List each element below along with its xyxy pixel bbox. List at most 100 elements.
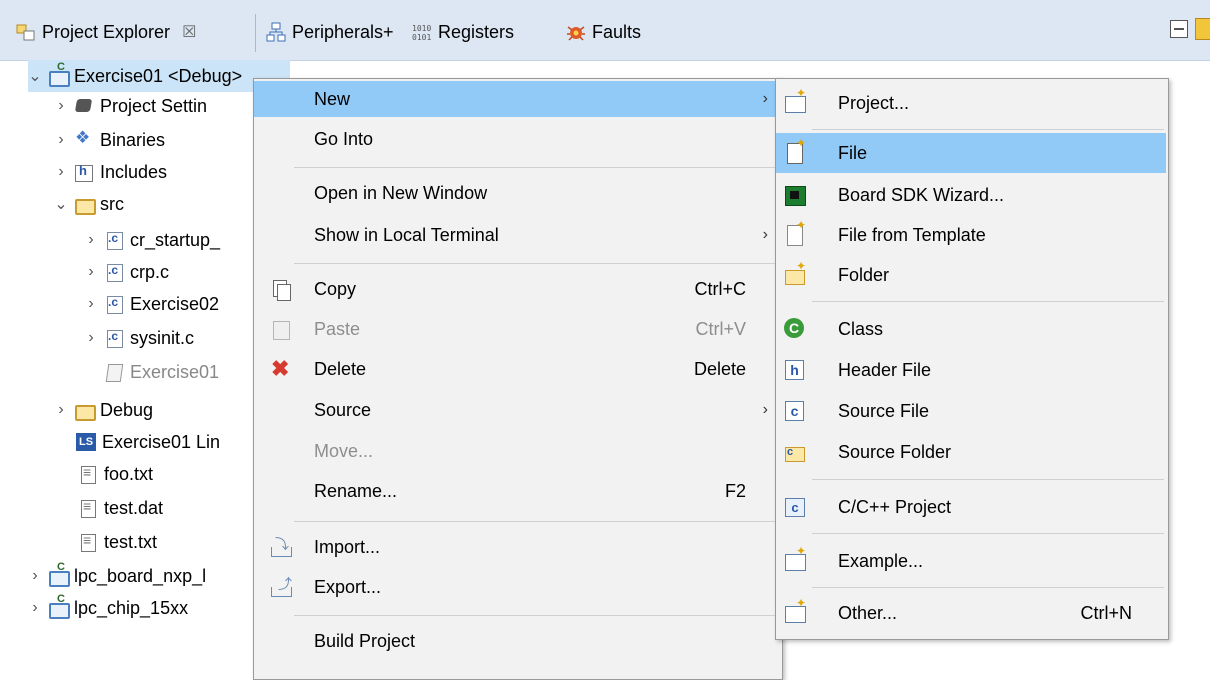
tree-item-linker-script[interactable]: Exercise01 Lin (76, 426, 220, 458)
tree-item-exercise02[interactable]: › Exercise02 (84, 288, 219, 320)
submenu-item-board-sdk-wizard[interactable]: Board SDK Wizard... (776, 175, 1166, 215)
chevron-right-icon[interactable]: › (54, 401, 68, 419)
chevron-right-icon[interactable]: › (54, 97, 68, 115)
menu-item-move[interactable]: Move... (254, 433, 782, 469)
tree-item-label: Project Settin (100, 95, 208, 116)
text-file-icon (78, 464, 98, 484)
tree-item-cr-startup[interactable]: › cr_startup_ (84, 224, 220, 256)
menu-item-delete[interactable]: Delete Delete (254, 351, 782, 387)
submenu-item-source-file[interactable]: Source File (776, 391, 1166, 431)
tree-item-src[interactable]: ⌄ src (54, 188, 124, 220)
tab-faults[interactable]: Faults (566, 18, 641, 46)
submenu-item-project[interactable]: Project... (776, 83, 1166, 123)
submenu-arrow-icon: › (762, 226, 768, 243)
tree-item-lpc-board[interactable]: › lpc_board_nxp_l (28, 560, 206, 592)
submenu-item-file[interactable]: File (776, 133, 1166, 173)
chevron-down-icon[interactable]: ⌄ (28, 66, 42, 86)
c-project-icon (48, 61, 70, 87)
tree-item-crp-c[interactable]: › crp.c (84, 256, 169, 288)
menu-item-label: Delete (314, 358, 367, 379)
menu-item-label: Rename... (314, 480, 398, 501)
submenu-item-source-folder[interactable]: Source Folder (776, 432, 1166, 472)
chevron-right-icon[interactable]: › (84, 329, 98, 347)
menu-item-label: Open in New Window (314, 182, 488, 203)
menu-item-go-into[interactable]: Go Into (254, 121, 782, 157)
chevron-right-icon[interactable]: › (54, 163, 68, 181)
tree-item-label: foo.txt (104, 463, 154, 484)
cpp-project-icon (784, 496, 806, 518)
menu-item-new[interactable]: New › (254, 81, 782, 117)
tab-peripherals[interactable]: Peripherals+ (266, 18, 394, 46)
tree-item-project-settings[interactable]: › Project Settin (54, 90, 207, 122)
menu-item-show-local-terminal[interactable]: Show in Local Terminal › (254, 217, 782, 253)
submenu-item-label: C/C++ Project (838, 496, 952, 517)
tree-item-foo-txt[interactable]: foo.txt (78, 458, 153, 490)
submenu-item-cpp-project[interactable]: C/C++ Project (776, 487, 1166, 527)
menu-separator (294, 263, 780, 264)
submenu-item-other[interactable]: Other... Ctrl+N (776, 593, 1166, 633)
menu-item-label: Move... (314, 440, 374, 461)
tree-item-label: test.txt (104, 531, 158, 552)
svg-text:1010: 1010 (412, 24, 431, 33)
new-folder-icon (784, 259, 806, 286)
tree-item-label: Exercise01 <Debug> (74, 65, 243, 86)
tree-item-exercise01[interactable]: ⌄ Exercise01 <Debug> (28, 60, 290, 92)
tree-item-includes[interactable]: › Includes (54, 156, 167, 188)
submenu-arrow-icon: › (762, 90, 768, 107)
menu-item-build-project[interactable]: Build Project (254, 623, 782, 659)
chevron-right-icon[interactable]: › (84, 231, 98, 249)
menu-separator (812, 533, 1164, 534)
source-folder-icon (74, 194, 96, 215)
tree-item-debug[interactable]: › Debug (54, 394, 153, 426)
toolbar-overflow-icon[interactable] (1195, 18, 1210, 40)
chevron-right-icon[interactable]: › (84, 263, 98, 281)
tree-item-exercise01-launch[interactable]: Exercise01 (104, 356, 219, 388)
text-file-icon (78, 532, 98, 552)
export-icon (270, 574, 292, 599)
submenu-item-class[interactable]: Class (776, 309, 1166, 349)
submenu-item-label: Header File (838, 359, 932, 380)
new-submenu: Project... File Board SDK Wizard... File… (775, 78, 1169, 640)
header-file-icon (784, 359, 806, 381)
chevron-right-icon[interactable]: › (28, 599, 42, 617)
linker-script-icon (76, 432, 96, 452)
tab-peripherals-label: Peripherals+ (292, 21, 394, 42)
submenu-item-label: Source Folder (838, 441, 952, 462)
chevron-down-icon[interactable]: ⌄ (54, 194, 68, 214)
tab-project-explorer[interactable]: Project Explorer ☒ (16, 18, 196, 46)
tree-item-label: Debug (100, 399, 154, 420)
tree-item-sysinit-c[interactable]: › sysinit.c (84, 322, 194, 354)
menu-item-source[interactable]: Source › (254, 392, 782, 428)
menu-item-copy[interactable]: Copy Ctrl+C (254, 271, 782, 307)
chevron-right-icon[interactable]: › (84, 295, 98, 313)
chevron-right-icon[interactable]: › (28, 567, 42, 585)
menu-item-rename[interactable]: Rename... F2 (254, 473, 782, 509)
menu-item-paste[interactable]: Paste Ctrl+V (254, 311, 782, 347)
new-project-icon (784, 86, 806, 114)
menu-item-export[interactable]: Export... (254, 569, 782, 605)
project-settings-icon (74, 96, 94, 116)
tree-item-label: crp.c (130, 261, 170, 282)
submenu-item-file-from-template[interactable]: File from Template (776, 215, 1166, 255)
submenu-arrow-icon: › (762, 401, 768, 418)
shortcut-label: Ctrl+C (694, 278, 746, 299)
faults-bug-icon (566, 22, 586, 42)
tree-item-label: Exercise01 (130, 361, 220, 382)
tree-item-lpc-chip[interactable]: › lpc_chip_15xx (28, 592, 188, 624)
tab-registers[interactable]: 1010 0101 Registers (412, 18, 514, 46)
menu-item-import[interactable]: Import... (254, 529, 782, 565)
tree-item-test-txt[interactable]: test.txt (78, 526, 157, 558)
includes-icon (74, 162, 94, 182)
c-project-icon (48, 593, 70, 619)
menu-item-open-new-window[interactable]: Open in New Window (254, 175, 782, 211)
submenu-item-folder[interactable]: Folder (776, 255, 1166, 295)
tree-item-label: Binaries (100, 129, 166, 150)
close-tab-icon[interactable]: ☒ (182, 22, 196, 42)
submenu-item-example[interactable]: Example... (776, 541, 1166, 581)
tree-item-binaries[interactable]: › Binaries (54, 124, 165, 156)
chevron-right-icon[interactable]: › (54, 131, 68, 149)
minimize-view-icon[interactable] (1170, 20, 1188, 38)
menu-separator (812, 587, 1164, 588)
submenu-item-header-file[interactable]: Header File (776, 350, 1166, 390)
tree-item-test-dat[interactable]: test.dat (78, 492, 163, 524)
